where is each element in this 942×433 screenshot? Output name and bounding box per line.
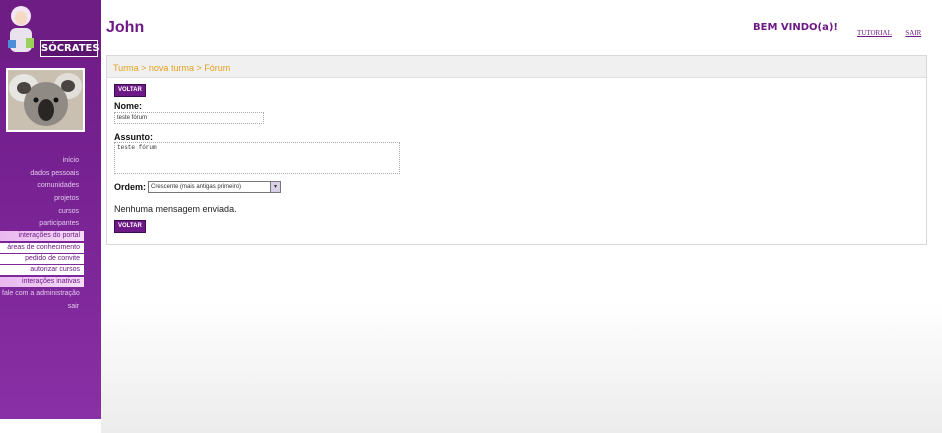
nome-label: Nome: bbox=[114, 101, 143, 111]
sidebar-item-areas-conhecimento[interactable]: áreas de conhecimento bbox=[0, 242, 84, 253]
top-links: TUTORIAL SAIR bbox=[857, 22, 930, 40]
socrates-mascot-icon bbox=[8, 6, 34, 52]
background-fade bbox=[101, 300, 942, 433]
assunto-label: Assunto: bbox=[114, 132, 153, 142]
empty-message: Nenhuma mensagem enviada. bbox=[114, 204, 237, 214]
sidebar-item-interacoes-inativas[interactable]: interações inativas bbox=[0, 276, 84, 287]
breadcrumb[interactable]: Turma > nova turma > Fórum bbox=[113, 63, 230, 73]
sidebar-item-participantes[interactable]: participantes bbox=[0, 218, 101, 231]
sidebar-item-pedido-convite[interactable]: pedido de convite bbox=[0, 253, 84, 264]
forum-panel: Turma > nova turma > Fórum VOLTAR Nome: … bbox=[106, 55, 927, 245]
nome-field[interactable]: teste fórum bbox=[114, 112, 264, 124]
sidebar-item-projetos[interactable]: projetos bbox=[0, 193, 101, 206]
sidebar: SÓCRATES início dados pessoais comunidad… bbox=[0, 0, 101, 419]
sidebar-item-sair[interactable]: sair bbox=[0, 301, 101, 314]
ordem-label: Ordem: bbox=[114, 182, 147, 192]
ordem-select[interactable]: Crescente (mais antigas primeiro) bbox=[148, 181, 274, 193]
sidebar-item-inicio[interactable]: início bbox=[0, 155, 101, 168]
koala-photo bbox=[8, 70, 83, 130]
avatar bbox=[6, 68, 85, 132]
welcome-text: BEM VINDO(a)! bbox=[753, 22, 838, 33]
logo-text: SÓCRATES bbox=[40, 40, 100, 57]
sidebar-item-comunidades[interactable]: comunidades bbox=[0, 180, 101, 193]
chevron-down-icon[interactable]: ▾ bbox=[270, 181, 281, 193]
sidebar-item-cursos[interactable]: cursos bbox=[0, 206, 101, 219]
sidebar-menu: início dados pessoais comunidades projet… bbox=[0, 155, 101, 313]
assunto-field[interactable]: teste fórum bbox=[114, 142, 400, 174]
tutorial-link[interactable]: TUTORIAL bbox=[857, 29, 892, 37]
voltar-button-bottom[interactable]: VOLTAR bbox=[114, 220, 146, 233]
sair-link[interactable]: SAIR bbox=[905, 29, 921, 37]
voltar-button-top[interactable]: VOLTAR bbox=[114, 84, 146, 97]
breadcrumb-bar: Turma > nova turma > Fórum bbox=[107, 56, 926, 78]
sidebar-item-dados-pessoais[interactable]: dados pessoais bbox=[0, 168, 101, 181]
sidebar-item-interacoes-portal[interactable]: interações do portal bbox=[0, 231, 84, 242]
page-title: John bbox=[106, 19, 145, 36]
logo[interactable]: SÓCRATES bbox=[0, 0, 101, 60]
sidebar-item-autorizar-cursos[interactable]: autorizar cursos bbox=[0, 265, 84, 276]
sidebar-item-fale-administracao[interactable]: fale com a administração bbox=[0, 288, 101, 301]
